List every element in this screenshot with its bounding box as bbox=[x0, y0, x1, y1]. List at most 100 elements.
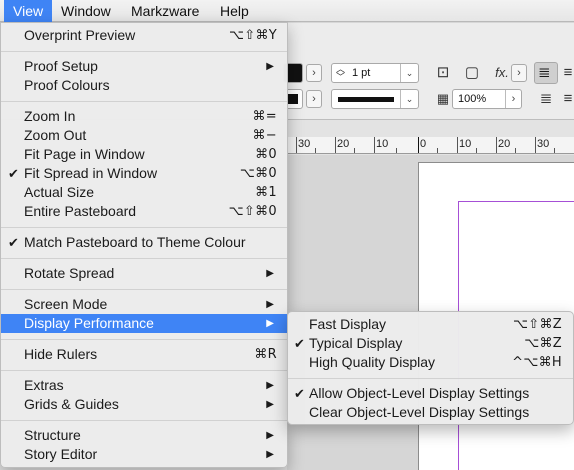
fill-chevron-button[interactable]: › bbox=[306, 64, 322, 82]
menu-item-label: Display Performance bbox=[24, 315, 154, 331]
menu-item-typical-display[interactable]: ✔ Typical Display ⌥⌘Z bbox=[288, 334, 573, 353]
menu-item-fit-spread[interactable]: ✔ Fit Spread in Window ⌥⌘0 bbox=[1, 164, 287, 183]
menu-item-shortcut: ⌥⇧⌘0 bbox=[228, 204, 277, 219]
ruler-tick bbox=[554, 148, 555, 153]
stroke-weight-field[interactable]: ︿ ﹀ 1 pt ⌄ bbox=[331, 63, 419, 83]
ruler-tick bbox=[296, 137, 297, 153]
menu-item-shortcut: ⌘0 bbox=[255, 147, 277, 162]
submenu-arrow-icon: ▶ bbox=[266, 61, 274, 72]
menu-item-shortcut: ⌥⌘0 bbox=[239, 166, 277, 181]
stroke-type-dropdown-icon[interactable]: ⌄ bbox=[400, 90, 418, 108]
ruler-label: 20 bbox=[498, 138, 511, 150]
checkmark-icon: ✔ bbox=[8, 166, 19, 181]
stroke-weight-dropdown-icon[interactable]: ⌄ bbox=[400, 64, 418, 82]
menu-item-screen-mode[interactable]: Screen Mode ▶ bbox=[1, 295, 287, 314]
menu-item-allow-object-level[interactable]: ✔ Allow Object-Level Display Settings bbox=[288, 384, 573, 403]
effects-icon[interactable]: fx. bbox=[492, 63, 512, 83]
stroke-type-field[interactable]: ⌄ bbox=[331, 89, 419, 109]
align-text-icon[interactable]: ≣ bbox=[536, 89, 556, 109]
menu-item-label: Typical Display bbox=[309, 335, 403, 351]
submenu-arrow-icon: ▶ bbox=[266, 299, 274, 310]
ruler-tick bbox=[476, 148, 477, 153]
view-menu: Overprint Preview ⌥⇧⌘Y Proof Setup ▶ Pro… bbox=[0, 22, 288, 468]
ruler-label: 0 bbox=[420, 138, 427, 150]
menu-item-overprint-preview[interactable]: Overprint Preview ⌥⇧⌘Y bbox=[1, 26, 287, 45]
menu-item-label: Actual Size bbox=[24, 184, 95, 200]
menu-item-label: Zoom Out bbox=[24, 127, 87, 143]
menu-item-shortcut: ⌘− bbox=[252, 128, 277, 143]
stroke-chevron-button[interactable]: › bbox=[306, 90, 322, 108]
ruler-label: 30 bbox=[537, 138, 550, 150]
menu-item-fast-display[interactable]: Fast Display ⌥⇧⌘Z bbox=[288, 315, 573, 334]
menubar-view[interactable]: View bbox=[4, 0, 53, 22]
menu-separator bbox=[1, 370, 287, 371]
menu-item-shortcut: ⌥⌘Z bbox=[524, 336, 562, 351]
menu-item-structure[interactable]: Structure ▶ bbox=[1, 426, 287, 445]
submenu-arrow-icon: ▶ bbox=[266, 430, 274, 441]
menu-item-proof-setup[interactable]: Proof Setup ▶ bbox=[1, 57, 287, 76]
opacity-chevron-icon[interactable]: › bbox=[505, 90, 521, 108]
ruler-tick bbox=[437, 148, 438, 153]
menu-separator bbox=[1, 289, 287, 290]
menu-item-match-pasteboard[interactable]: ✔ Match Pasteboard to Theme Colour bbox=[1, 233, 287, 252]
menu-separator bbox=[1, 420, 287, 421]
menu-item-label: Proof Setup bbox=[24, 58, 98, 74]
menubar-window[interactable]: Window bbox=[52, 0, 120, 22]
ruler-tick bbox=[354, 148, 355, 153]
menu-item-grids-guides[interactable]: Grids & Guides ▶ bbox=[1, 395, 287, 414]
frame-fitting-icon[interactable]: ⊡ bbox=[433, 63, 453, 83]
menu-item-hide-rulers[interactable]: Hide Rulers ⌘R bbox=[1, 345, 287, 364]
checkmark-icon: ✔ bbox=[294, 336, 305, 351]
menu-item-label: Match Pasteboard to Theme Colour bbox=[24, 234, 246, 250]
ruler-tick bbox=[515, 148, 516, 153]
opacity-field[interactable]: 100% › bbox=[452, 89, 522, 109]
ruler-tick bbox=[535, 137, 536, 153]
menu-item-proof-colours[interactable]: Proof Colours bbox=[1, 76, 287, 95]
menu-item-entire-pasteboard[interactable]: Entire Pasteboard ⌥⇧⌘0 bbox=[1, 202, 287, 221]
menu-item-label: Structure bbox=[24, 427, 81, 443]
menu-item-shortcut: ⌥⇧⌘Y bbox=[228, 28, 277, 43]
display-performance-submenu: Fast Display ⌥⇧⌘Z ✔ Typical Display ⌥⌘Z … bbox=[287, 311, 574, 425]
menu-item-zoom-in[interactable]: Zoom In ⌘= bbox=[1, 107, 287, 126]
align-center-button[interactable]: ≣ bbox=[534, 62, 558, 84]
menu-item-label: Extras bbox=[24, 377, 64, 393]
menu-item-fit-page[interactable]: Fit Page in Window ⌘0 bbox=[1, 145, 287, 164]
menu-item-high-quality-display[interactable]: High Quality Display ^⌥⌘H bbox=[288, 353, 573, 372]
ruler-tick bbox=[418, 137, 419, 153]
menu-item-label: Allow Object-Level Display Settings bbox=[309, 385, 530, 401]
ruler-tick bbox=[457, 137, 458, 153]
justify-icon[interactable]: ≡ bbox=[562, 89, 574, 109]
menu-separator bbox=[1, 258, 287, 259]
menu-item-label: Proof Colours bbox=[24, 77, 110, 93]
menu-separator bbox=[1, 227, 287, 228]
menu-bar: View Window Markzware Help bbox=[0, 0, 574, 22]
menu-item-zoom-out[interactable]: Zoom Out ⌘− bbox=[1, 126, 287, 145]
drop-shadow-icon[interactable]: ▢ bbox=[462, 63, 482, 83]
align-right-icon[interactable]: ≡ bbox=[562, 63, 574, 83]
ruler-tick bbox=[396, 148, 397, 153]
menu-item-rotate-spread[interactable]: Rotate Spread ▶ bbox=[1, 264, 287, 283]
checkmark-icon: ✔ bbox=[8, 235, 19, 250]
menu-separator bbox=[1, 51, 287, 52]
menu-item-extras[interactable]: Extras ▶ bbox=[1, 376, 287, 395]
stroke-swatch-inner bbox=[288, 94, 298, 104]
stepper-icon[interactable]: ︿ ﹀ bbox=[336, 65, 345, 82]
menu-item-display-performance[interactable]: Display Performance ▶ bbox=[1, 314, 287, 333]
opacity-icon: ▦ bbox=[436, 91, 450, 106]
submenu-arrow-icon: ▶ bbox=[266, 318, 274, 329]
menu-item-label: Hide Rulers bbox=[24, 346, 98, 362]
menu-item-actual-size[interactable]: Actual Size ⌘1 bbox=[1, 183, 287, 202]
submenu-arrow-icon: ▶ bbox=[266, 399, 274, 410]
menu-item-clear-object-level[interactable]: Clear Object-Level Display Settings bbox=[288, 403, 573, 422]
menubar-markzware[interactable]: Markzware bbox=[122, 0, 208, 22]
menu-separator bbox=[1, 339, 287, 340]
effects-chevron-button[interactable]: › bbox=[511, 64, 527, 82]
menu-item-label: Entire Pasteboard bbox=[24, 203, 137, 219]
menubar-help[interactable]: Help bbox=[211, 0, 258, 22]
menu-item-label: Fit Spread in Window bbox=[24, 165, 158, 181]
ruler-tick bbox=[335, 137, 336, 153]
horizontal-ruler[interactable]: 30 20 10 0 10 20 30 bbox=[287, 137, 574, 154]
menu-item-label: Screen Mode bbox=[24, 296, 108, 312]
menu-item-label: High Quality Display bbox=[309, 354, 436, 370]
menu-item-story-editor[interactable]: Story Editor ▶ bbox=[1, 445, 287, 464]
